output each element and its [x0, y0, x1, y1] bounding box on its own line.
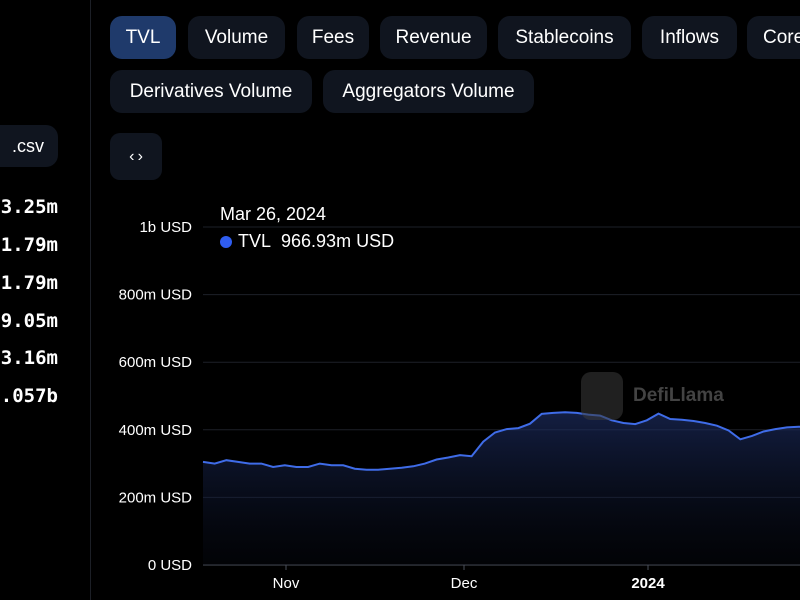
tooltip-row: TVL 966.93m USD	[220, 231, 394, 252]
stat-value: .057b	[0, 385, 58, 407]
download-csv-button[interactable]: .csv	[0, 125, 58, 167]
tab-revenue[interactable]: Revenue	[380, 16, 487, 59]
stat-value: 3.16m	[0, 347, 58, 369]
left-panel: .csv 3.25m 1.79m 1.79m 9.05m 3.16m .057b	[0, 0, 91, 600]
code-brackets-icon: ‹ ›	[129, 147, 143, 165]
stat-value: 9.05m	[0, 310, 58, 332]
tab-aggregators-volume[interactable]: Aggregators Volume	[323, 70, 534, 113]
tab-volume[interactable]: Volume	[188, 16, 285, 59]
tab-stablecoins[interactable]: Stablecoins	[498, 16, 631, 59]
series-dot-icon	[220, 235, 232, 248]
defillama-watermark: DefiLlama	[581, 372, 724, 420]
tooltip-date: Mar 26, 2024	[220, 204, 327, 224]
tab-inflows[interactable]: Inflows	[642, 16, 737, 59]
stat-value: 1.79m	[0, 234, 58, 256]
tab-core[interactable]: Core	[747, 16, 800, 59]
x-tick-label: Dec	[451, 575, 478, 592]
y-tick-label: 0 USD	[148, 557, 192, 574]
embed-button[interactable]: ‹ ›	[110, 133, 162, 180]
y-tick-label: 400m USD	[119, 422, 193, 439]
tvl-area	[203, 412, 800, 565]
tooltip-value: 966.93m USD	[281, 231, 395, 251]
tab-tvl[interactable]: TVL	[110, 16, 176, 59]
y-tick-label: 800m USD	[119, 287, 193, 304]
llama-logo-icon	[581, 372, 623, 420]
stat-value: 3.25m	[0, 196, 58, 218]
tab-derivatives-volume[interactable]: Derivatives Volume	[110, 70, 312, 113]
tooltip-series-label: TVL	[238, 231, 272, 251]
tab-fees[interactable]: Fees	[297, 16, 369, 59]
y-tick-label: 600m USD	[119, 354, 193, 371]
y-tick-label: 1b USD	[139, 219, 192, 236]
watermark-text: DefiLlama	[633, 385, 724, 406]
csv-button-label: .csv	[11, 135, 44, 156]
y-tick-label: 200m USD	[119, 489, 193, 506]
x-tick-label: 2024	[631, 575, 665, 592]
x-tick-label: Nov	[273, 575, 300, 592]
stat-value: 1.79m	[0, 272, 58, 294]
